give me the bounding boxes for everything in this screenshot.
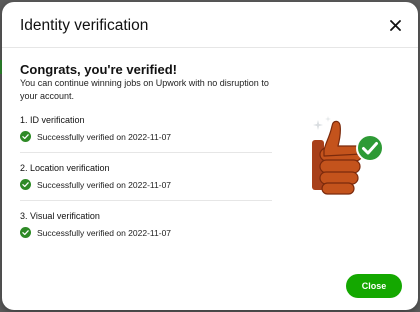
close-button[interactable]: Close [346,274,402,298]
step-status: Successfully verified on 2022-11-07 [37,131,172,142]
step-divider [20,200,272,201]
identity-verification-modal: Identity verification Congrats, you're v… [2,2,418,310]
success-message: You can continue winning jobs on Upwork … [20,78,269,101]
step-status: Successfully verified on 2022-11-07 [37,179,172,190]
step-divider [20,152,272,153]
step-title: 2. Location verification [20,163,110,173]
step-title: 1. ID verification [20,115,85,125]
verification-step-id: 1. ID verification Successfully verified… [20,115,272,142]
verification-step-visual: 3. Visual verification Successfully veri… [20,211,272,238]
check-circle-icon [20,227,31,238]
title-divider [2,47,418,48]
close-modal-button[interactable] [386,16,404,34]
modal-title: Identity verification [20,17,149,34]
check-circle-icon [20,179,31,190]
success-heading: Congrats, you're verified! [20,62,177,77]
step-status: Successfully verified on 2022-11-07 [37,227,172,238]
thumbs-up-check-illustration [312,116,384,195]
close-icon [389,19,401,31]
check-circle-icon [20,131,31,142]
step-title: 3. Visual verification [20,211,100,221]
verification-step-location: 2. Location verification Successfully ve… [20,163,272,190]
